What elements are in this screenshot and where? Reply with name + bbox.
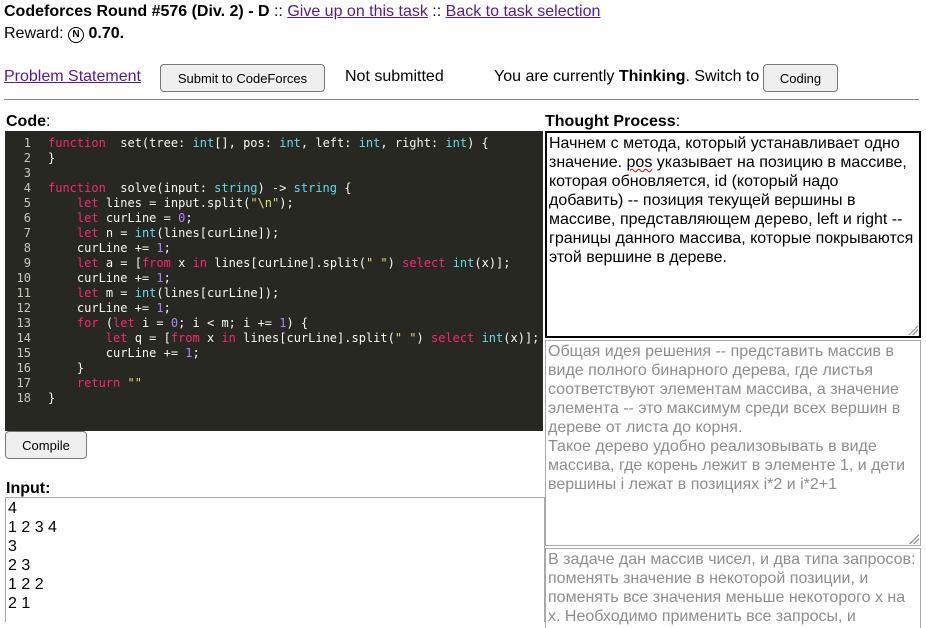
line-number: 13	[16, 316, 31, 330]
code-editor[interactable]: 1 function set(tree: int[], pos: int, lef…	[5, 131, 543, 431]
resize-handle[interactable]	[908, 325, 918, 335]
thought-process-label: Thought Process:	[545, 113, 681, 130]
code-line[interactable]: 9 let a = [from x in lines[curLine].spli…	[5, 256, 543, 271]
toolbar-divider	[4, 99, 919, 100]
line-number: 2	[23, 151, 31, 165]
code-line[interactable]: 10 curLine += 1;	[5, 271, 543, 286]
line-number: 3	[23, 166, 31, 180]
code-line[interactable]: 16 }	[5, 361, 543, 376]
code-text: function set(tree: int[], pos: int, left…	[48, 136, 489, 150]
line-number: 18	[16, 391, 31, 405]
line-number: 8	[23, 241, 31, 255]
code-line[interactable]: 15 curLine += 1;	[5, 346, 543, 361]
code-line[interactable]: 2}	[5, 151, 543, 166]
code-text: let curLine = 0;	[76, 211, 193, 225]
header-separator: ::	[273, 3, 283, 20]
code-line[interactable]: 12 curLine += 1;	[5, 301, 543, 316]
code-line[interactable]: 17 return ""	[5, 376, 543, 391]
task-title: Codeforces Round #576 (Div. 2) - D	[4, 3, 270, 20]
code-line[interactable]: 18}	[5, 391, 543, 406]
n-coin-icon: N	[68, 27, 85, 43]
mode-indicator: You are currently Thinking. Switch to	[494, 68, 759, 86]
task-header: Codeforces Round #576 (Div. 2) - D :: Gi…	[4, 3, 600, 21]
line-number: 16	[16, 361, 31, 375]
code-text: }	[48, 361, 85, 375]
back-to-selection-link[interactable]: Back to task selection	[446, 3, 601, 20]
code-text: function solve(input: string) -> string …	[48, 181, 352, 195]
mode-value: Thinking	[618, 68, 686, 85]
input-label: Input:	[6, 480, 51, 497]
line-number: 11	[16, 286, 31, 300]
mode-prefix: You are currently	[494, 68, 615, 85]
give-up-link[interactable]: Give up on this task	[287, 3, 428, 20]
line-number: 7	[23, 226, 31, 240]
code-line[interactable]: 14 let q = [from x in lines[curLine].spl…	[5, 331, 543, 346]
code-text: curLine += 1;	[48, 301, 171, 315]
input-textarea[interactable]: 4 1 2 3 4 3 2 3 1 2 2 2 1	[5, 497, 545, 622]
code-text: }	[48, 151, 56, 165]
line-number: 9	[23, 256, 31, 270]
resize-handle[interactable]	[909, 534, 919, 544]
code-line[interactable]: 3	[5, 166, 543, 181]
submit-to-codeforces-button[interactable]: Submit to CodeForces	[160, 64, 325, 92]
code-line[interactable]: 8 curLine += 1;	[5, 241, 543, 256]
code-line[interactable]: 1 function set(tree: int[], pos: int, lef…	[5, 136, 543, 151]
code-text: let m = int(lines[curLine]);	[76, 286, 280, 300]
thought-textarea-idea[interactable]: Общая идея решения -- представить массив…	[545, 340, 921, 546]
line-number: 4	[23, 181, 31, 195]
header-separator: ::	[432, 3, 442, 20]
line-number: 15	[16, 346, 31, 360]
code-text: curLine += 1;	[48, 346, 200, 360]
code-text: for (let i = 0; i < m; i += 1) {	[76, 316, 309, 330]
code-text: }	[48, 391, 56, 405]
spellcheck-marked-word: pos	[626, 154, 653, 171]
reward-value: 0.70.	[88, 25, 125, 42]
mode-suffix: . Switch to	[685, 68, 760, 85]
line-number: 6	[23, 211, 31, 225]
code-text: return ""	[76, 376, 142, 390]
line-number: 10	[16, 271, 31, 285]
problem-placeholder: В задаче дан массив чисел, и два типа за…	[548, 551, 920, 625]
reward-label: Reward:	[4, 25, 64, 42]
idea-placeholder: Общая идея решения -- представить массив…	[548, 343, 906, 493]
line-number: 12	[16, 301, 31, 315]
code-line[interactable]: 5 let lines = input.split("\n");	[5, 196, 543, 211]
thought-textarea-current[interactable]: Начнем с метода, который устанавливает о…	[545, 131, 921, 338]
compile-button[interactable]: Compile	[5, 431, 87, 459]
switch-to-coding-button[interactable]: Coding	[763, 64, 838, 92]
code-text: let n = int(lines[curLine]);	[76, 226, 280, 240]
code-label: Code:	[6, 113, 51, 130]
thought-textarea-problem[interactable]: В задаче дан массив чисел, и два типа за…	[545, 548, 921, 628]
code-line[interactable]: 7 let n = int(lines[curLine]);	[5, 226, 543, 241]
code-line[interactable]: 6 let curLine = 0;	[5, 211, 543, 226]
code-line[interactable]: 13 for (let i = 0; i < m; i += 1) {	[5, 316, 543, 331]
line-number: 17	[16, 376, 31, 390]
code-text: let lines = input.split("\n");	[76, 196, 294, 210]
submission-status: Not submitted	[345, 68, 444, 85]
code-line[interactable]: 11 let m = int(lines[curLine]);	[5, 286, 543, 301]
line-number: 1	[23, 136, 31, 150]
line-number: 5	[23, 196, 31, 210]
code-text: let q = [from x in lines[curLine].split(…	[105, 331, 540, 345]
code-text: curLine += 1;	[48, 271, 171, 285]
reward-line: Reward: N 0.70.	[4, 25, 124, 43]
code-line[interactable]: 4 function solve(input: string) -> string…	[5, 181, 543, 196]
line-number: 14	[16, 331, 31, 345]
code-text: curLine += 1;	[48, 241, 171, 255]
code-text: let a = [from x in lines[curLine].split(…	[76, 256, 511, 270]
problem-statement-link[interactable]: Problem Statement	[4, 68, 141, 86]
